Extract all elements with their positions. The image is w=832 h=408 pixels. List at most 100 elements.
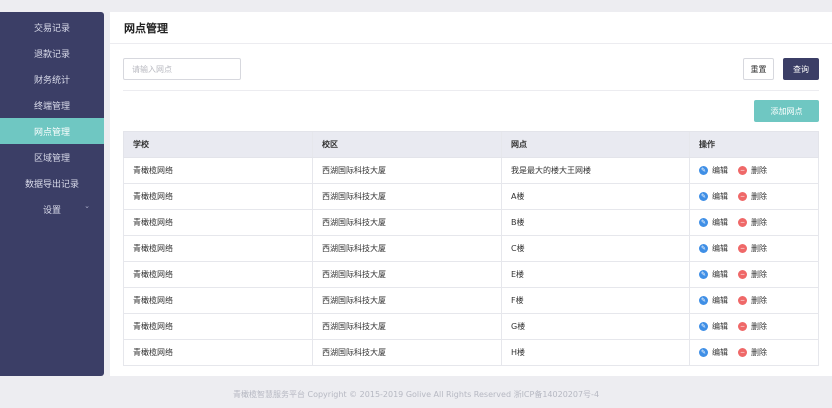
sidebar-item-export[interactable]: 数据导出记录 xyxy=(0,170,104,196)
delete-label: 删除 xyxy=(751,166,767,175)
edit-button[interactable]: ✎ 编辑 xyxy=(699,295,728,306)
edit-label: 编辑 xyxy=(712,270,728,279)
edit-label: 编辑 xyxy=(712,296,728,305)
table-row: 青橄榄网络 西湖国际科技大厦 C楼 ✎ 编辑 − 删除 xyxy=(123,236,819,262)
sidebar-item-terminals[interactable]: 终端管理 xyxy=(0,92,104,118)
divider xyxy=(123,90,819,91)
actions-cell: ✎ 编辑 − 删除 xyxy=(690,314,818,339)
edit-button[interactable]: ✎ 编辑 xyxy=(699,165,728,176)
sidebar-item-label: 区域管理 xyxy=(33,153,70,164)
actions-cell: ✎ 编辑 − 删除 xyxy=(690,236,818,261)
campus-cell: 西湖国际科技大厦 xyxy=(313,340,502,365)
add-outlet-button[interactable]: 添加网点 xyxy=(754,100,819,122)
sidebar-item-regions[interactable]: 区域管理 xyxy=(0,144,104,170)
edit-button[interactable]: ✎ 编辑 xyxy=(699,191,728,202)
column-header: 学校 xyxy=(124,132,313,157)
edit-label: 编辑 xyxy=(712,218,728,227)
delete-button[interactable]: − 删除 xyxy=(738,191,767,202)
sidebar-item-label: 设置 xyxy=(42,205,61,216)
outlet-cell: E楼 xyxy=(502,262,690,287)
outlet-cell: 我是最大的楼大王网楼 xyxy=(502,158,690,183)
delete-icon: − xyxy=(738,166,747,175)
sidebar-item-label: 退款记录 xyxy=(33,49,70,60)
edit-icon: ✎ xyxy=(699,348,708,357)
column-header: 操作 xyxy=(699,140,715,149)
edit-button[interactable]: ✎ 编辑 xyxy=(699,347,728,358)
campus-cell: 西湖国际科技大厦 xyxy=(313,236,502,261)
campus-cell: 西湖国际科技大厦 xyxy=(313,184,502,209)
outlet-cell: F楼 xyxy=(502,288,690,313)
table-row: 青橄榄网络 西湖国际科技大厦 F楼 ✎ 编辑 − 删除 xyxy=(123,288,819,314)
table-row: 青橄榄网络 西湖国际科技大厦 我是最大的楼大王网楼 ✎ 编辑 − 删除 xyxy=(123,158,819,184)
campus-cell: 西湖国际科技大厦 xyxy=(313,158,502,183)
edit-label: 编辑 xyxy=(712,166,728,175)
edit-icon: ✎ xyxy=(699,244,708,253)
delete-button[interactable]: − 删除 xyxy=(738,321,767,332)
table-row: 青橄榄网络 西湖国际科技大厦 G楼 ✎ 编辑 − 删除 xyxy=(123,314,819,340)
actions-cell: ✎ 编辑 − 删除 xyxy=(690,184,818,209)
query-button[interactable]: 查询 xyxy=(783,58,819,80)
school-cell: 青橄榄网络 xyxy=(124,314,313,339)
sidebar-item-label: 财务统计 xyxy=(33,75,70,86)
page-title: 网点管理 xyxy=(124,21,168,35)
school-cell: 青橄榄网络 xyxy=(124,340,313,365)
edit-button[interactable]: ✎ 编辑 xyxy=(699,269,728,280)
delete-label: 删除 xyxy=(751,322,767,331)
sidebar-item-label: 网点管理 xyxy=(33,127,70,138)
sidebar-item-finance[interactable]: 财务统计 xyxy=(0,66,104,92)
outlet-cell: G楼 xyxy=(502,314,690,339)
campus-cell: 西湖国际科技大厦 xyxy=(313,314,502,339)
main-header: 网点管理 xyxy=(110,12,832,44)
edit-label: 编辑 xyxy=(712,322,728,331)
campus-cell: 西湖国际科技大厦 xyxy=(313,210,502,235)
edit-icon: ✎ xyxy=(699,270,708,279)
table-row: 青橄榄网络 西湖国际科技大厦 H楼 ✎ 编辑 − 删除 xyxy=(123,340,819,366)
delete-button[interactable]: − 删除 xyxy=(738,165,767,176)
reset-button[interactable]: 重置 xyxy=(743,58,774,80)
table-body: 青橄榄网络 西湖国际科技大厦 我是最大的楼大王网楼 ✎ 编辑 − 删除 青橄榄网络 西湖国际科技… xyxy=(123,158,819,366)
edit-icon: ✎ xyxy=(699,296,708,305)
delete-icon: − xyxy=(738,244,747,253)
delete-button[interactable]: − 删除 xyxy=(738,295,767,306)
sidebar-item-outlets[interactable]: 网点管理 xyxy=(0,118,104,144)
delete-button[interactable]: − 删除 xyxy=(738,243,767,254)
delete-icon: − xyxy=(738,218,747,227)
edit-label: 编辑 xyxy=(712,348,728,357)
main-panel: 网点管理 重置 查询 添加网点 学校 校区 网点 操作 青橄榄网络西湖国际科技大… xyxy=(110,12,832,376)
delete-label: 删除 xyxy=(751,348,767,357)
edit-button[interactable]: ✎ 编辑 xyxy=(699,321,728,332)
table-row: 青橄榄网络 西湖国际科技大厦 B楼 ✎ 编辑 − 删除 xyxy=(123,210,819,236)
search-row: 重置 查询 xyxy=(123,58,819,81)
column-header: 校区 xyxy=(313,132,502,157)
school-cell: 青橄榄网络 xyxy=(124,236,313,261)
table-row: 青橄榄网络 西湖国际科技大厦 E楼 ✎ 编辑 − 删除 xyxy=(123,262,819,288)
campus-cell: 西湖国际科技大厦 xyxy=(313,262,502,287)
edit-button[interactable]: ✎ 编辑 xyxy=(699,243,728,254)
delete-button[interactable]: − 删除 xyxy=(738,217,767,228)
sidebar-item-refunds[interactable]: 退款记录 xyxy=(0,40,104,66)
edit-icon: ✎ xyxy=(699,322,708,331)
outlets-table: 学校 校区 网点 操作 青橄榄网络 西湖国际科技大厦 我是最大的楼大王网楼 ✎ 编辑 − 删… xyxy=(123,131,819,366)
delete-icon: − xyxy=(738,192,747,201)
delete-icon: − xyxy=(738,322,747,331)
delete-label: 删除 xyxy=(751,296,767,305)
delete-button[interactable]: − 删除 xyxy=(738,347,767,358)
actions-cell: ✎ 编辑 − 删除 xyxy=(690,158,818,183)
edit-icon: ✎ xyxy=(699,166,708,175)
table-header: 学校 校区 网点 操作 xyxy=(123,131,819,158)
search-input[interactable] xyxy=(123,58,241,80)
delete-icon: − xyxy=(738,296,747,305)
delete-label: 删除 xyxy=(751,218,767,227)
column-header: 网点 xyxy=(502,132,690,157)
school-cell: 青橄榄网络 xyxy=(124,262,313,287)
sidebar-item-settings[interactable]: 设置 ⌄ xyxy=(0,196,104,222)
school-cell: 青橄榄网络 xyxy=(124,184,313,209)
delete-label: 删除 xyxy=(751,192,767,201)
delete-button[interactable]: − 删除 xyxy=(738,269,767,280)
footer: 青橄榄智慧服务平台 Copyright © 2015-2019 Golive A… xyxy=(232,390,600,399)
sidebar-item-transactions[interactable]: 交易记录 xyxy=(0,14,104,40)
outlet-cell: H楼 xyxy=(502,340,690,365)
school-cell: 青橄榄网络 xyxy=(124,158,313,183)
chevron-down-icon: ⌄ xyxy=(84,202,90,210)
edit-button[interactable]: ✎ 编辑 xyxy=(699,217,728,228)
